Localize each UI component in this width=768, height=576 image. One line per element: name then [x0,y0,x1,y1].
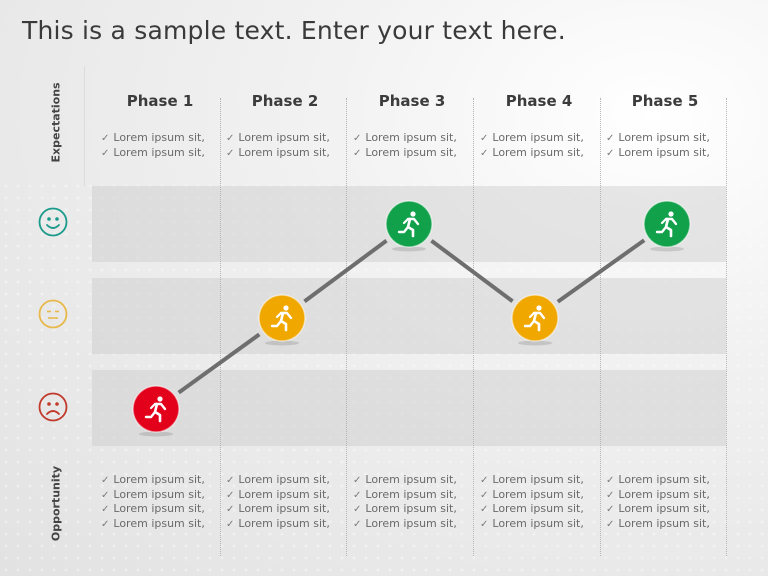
journey-marker [132,385,180,437]
journey-marker [643,200,691,252]
journey-marker [385,200,433,252]
journey-segment [556,238,646,304]
journey-marker [511,294,559,346]
journey-chart [132,200,691,437]
journey-segment [303,239,388,303]
journey-segment [177,332,261,395]
journey-segment [430,239,514,303]
journey-marker [258,294,306,346]
